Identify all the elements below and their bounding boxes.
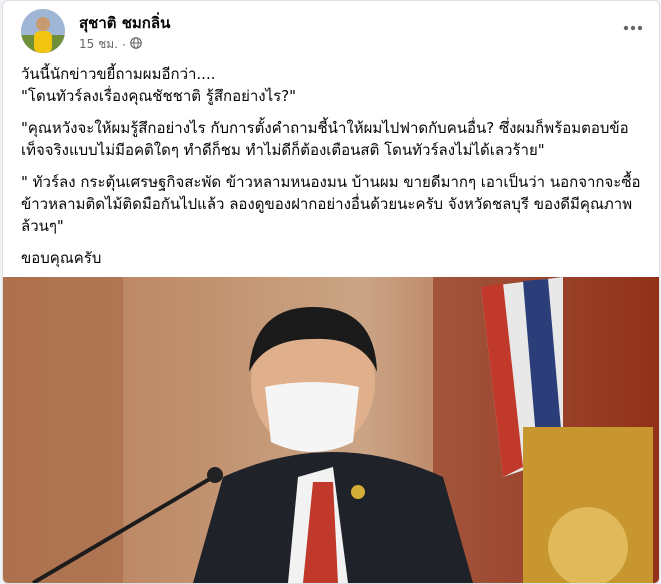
author-name[interactable]: สุชาติ ชมกลิ่น [79, 11, 170, 35]
post-photo[interactable] [3, 277, 659, 583]
post-body: วันนี้นักข่าวขยี้ถามผมอีกว่า.... "โดนทัว… [21, 63, 651, 279]
post-header: สุชาติ ชมกลิ่น 15 ชม. · [3, 1, 659, 59]
post-time[interactable]: 15 ชม. [79, 35, 118, 54]
post-card: สุชาติ ชมกลิ่น 15 ชม. · วันนี้นักข่าวขยี… [2, 0, 660, 584]
post-line-1: วันนี้นักข่าวขยี้ถามผมอีกว่า.... [21, 65, 216, 83]
post-paragraph-5: ขอบคุณครับ [21, 249, 102, 267]
meta-separator: · [121, 37, 126, 52]
more-options-icon[interactable] [623, 15, 643, 36]
post-paragraph-4: " ทัวร์ลง กระตุ้นเศรษฐกิจสะพัด ข้าวหลามห… [21, 173, 641, 235]
post-paragraph-3: "คุณหวังจะให้ผมรู้สึกอย่างไร กับการตั้งค… [21, 119, 629, 159]
post-meta: 15 ชม. · [79, 35, 142, 54]
post-line-2: "โดนทัวร์ลงเรื่องคุณชัชชาติ รู้สึกอย่างไ… [21, 87, 297, 105]
author-avatar[interactable] [21, 9, 65, 53]
globe-icon [129, 37, 142, 52]
